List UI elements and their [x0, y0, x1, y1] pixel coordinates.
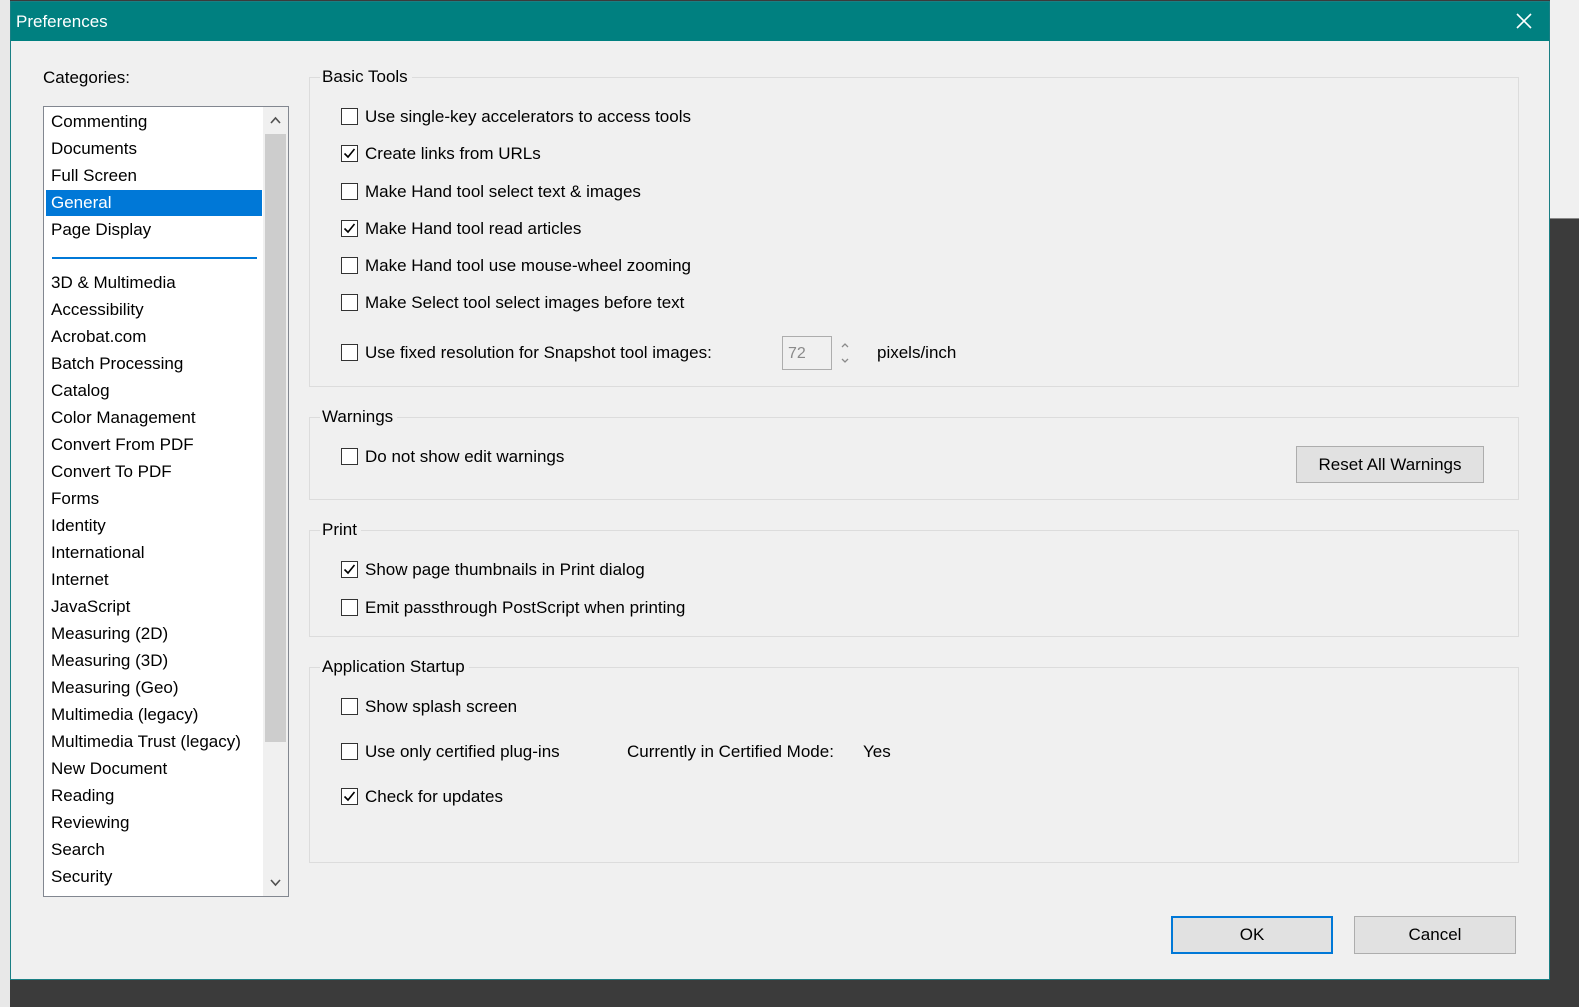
option-label: Create links from URLs — [365, 144, 541, 163]
certified-mode-label: Currently in Certified Mode: — [627, 742, 834, 761]
category-commenting[interactable]: Commenting — [46, 109, 262, 135]
scroll-thumb[interactable] — [265, 134, 286, 742]
option-label: Show page thumbnails in Print dialog — [365, 560, 645, 579]
checkmark-icon — [343, 791, 356, 802]
checkbox[interactable] — [341, 698, 358, 715]
checkbox[interactable] — [341, 294, 358, 311]
window-title: Preferences — [16, 12, 108, 31]
category-internet[interactable]: Internet — [46, 567, 262, 593]
checkbox[interactable] — [341, 448, 358, 465]
resolution-unit: pixels/inch — [877, 343, 957, 362]
option-label: Use only certified plug-ins — [365, 742, 560, 761]
category-measuring-2d[interactable]: Measuring (2D) — [46, 621, 262, 647]
warnings-title: Warnings — [320, 407, 398, 427]
category-general[interactable]: General — [46, 190, 262, 216]
scroll-up-icon[interactable] — [263, 107, 288, 133]
checkbox[interactable] — [341, 599, 358, 616]
category-multimedia-trust[interactable]: Multimedia Trust (legacy) — [46, 729, 262, 755]
checkbox[interactable] — [341, 108, 358, 125]
checkmark-icon — [343, 223, 356, 234]
categories-scrollbar[interactable] — [263, 107, 288, 896]
category-search[interactable]: Search — [46, 837, 262, 863]
reset-all-warnings-button[interactable]: Reset All Warnings — [1296, 446, 1484, 483]
category-javascript[interactable]: JavaScript — [46, 594, 262, 620]
basic-tools-title: Basic Tools — [320, 67, 412, 87]
option-label: Emit passthrough PostScript when printin… — [365, 598, 686, 617]
category-reading[interactable]: Reading — [46, 783, 262, 809]
option-label: Use single-key accelerators to access to… — [365, 107, 691, 126]
startup-title: Application Startup — [320, 657, 469, 677]
checkbox[interactable] — [341, 344, 358, 361]
option-label: Use fixed resolution for Snapshot tool i… — [365, 343, 712, 362]
checkbox-checked[interactable] — [341, 145, 358, 162]
category-separator — [52, 257, 257, 259]
category-color-management[interactable]: Color Management — [46, 405, 262, 431]
category-batch-processing[interactable]: Batch Processing — [46, 351, 262, 377]
resolution-input[interactable] — [782, 336, 832, 370]
categories-label: Categories: — [43, 68, 130, 87]
category-security[interactable]: Security — [46, 864, 262, 890]
option-label: Show splash screen — [365, 697, 518, 716]
close-icon[interactable] — [1509, 6, 1539, 36]
category-new-document[interactable]: New Document — [46, 756, 262, 782]
option-label: Do not show edit warnings — [365, 447, 565, 466]
category-catalog[interactable]: Catalog — [46, 378, 262, 404]
checkmark-icon — [343, 564, 356, 575]
option-label: Check for updates — [365, 787, 503, 806]
category-3d-multimedia[interactable]: 3D & Multimedia — [46, 270, 262, 296]
category-international[interactable]: International — [46, 540, 262, 566]
category-documents[interactable]: Documents — [46, 136, 262, 162]
checkmark-icon — [343, 148, 356, 159]
ok-button[interactable]: OK — [1171, 916, 1333, 954]
category-identity[interactable]: Identity — [46, 513, 262, 539]
checkbox-checked[interactable] — [341, 220, 358, 237]
category-accessibility[interactable]: Accessibility — [46, 297, 262, 323]
background-window-edge — [0, 0, 10, 1007]
option-label: Make Hand tool read articles — [365, 219, 582, 238]
checkbox[interactable] — [341, 257, 358, 274]
checkbox[interactable] — [341, 743, 358, 760]
checkbox-checked[interactable] — [341, 561, 358, 578]
category-forms[interactable]: Forms — [46, 486, 262, 512]
checkbox[interactable] — [341, 183, 358, 200]
option-label: Make Hand tool select text & images — [365, 182, 641, 201]
category-convert-to-pdf[interactable]: Convert To PDF — [46, 459, 262, 485]
resolution-spinner[interactable] — [782, 336, 858, 370]
certified-mode-value: Yes — [863, 742, 891, 761]
category-page-display[interactable]: Page Display — [46, 217, 262, 243]
category-convert-from-pdf[interactable]: Convert From PDF — [46, 432, 262, 458]
spin-up-icon[interactable] — [833, 337, 857, 353]
title-bar: Preferences — [11, 2, 1549, 41]
option-label: Make Select tool select images before te… — [365, 293, 685, 312]
category-multimedia-legacy[interactable]: Multimedia (legacy) — [46, 702, 262, 728]
category-measuring-3d[interactable]: Measuring (3D) — [46, 648, 262, 674]
preferences-dialog: Preferences Categories: Commenting Docum… — [10, 1, 1550, 980]
category-full-screen[interactable]: Full Screen — [46, 163, 262, 189]
background-window-strip — [1550, 0, 1579, 219]
categories-list[interactable]: Commenting Documents Full Screen General… — [43, 106, 289, 897]
category-measuring-geo[interactable]: Measuring (Geo) — [46, 675, 262, 701]
checkbox-checked[interactable] — [341, 788, 358, 805]
spin-down-icon[interactable] — [833, 353, 857, 369]
print-title: Print — [320, 520, 361, 540]
cancel-button[interactable]: Cancel — [1354, 916, 1516, 954]
print-group — [309, 530, 1519, 637]
category-reviewing[interactable]: Reviewing — [46, 810, 262, 836]
scroll-down-icon[interactable] — [263, 870, 288, 896]
option-label: Make Hand tool use mouse-wheel zooming — [365, 256, 692, 275]
category-acrobat-com[interactable]: Acrobat.com — [46, 324, 262, 350]
